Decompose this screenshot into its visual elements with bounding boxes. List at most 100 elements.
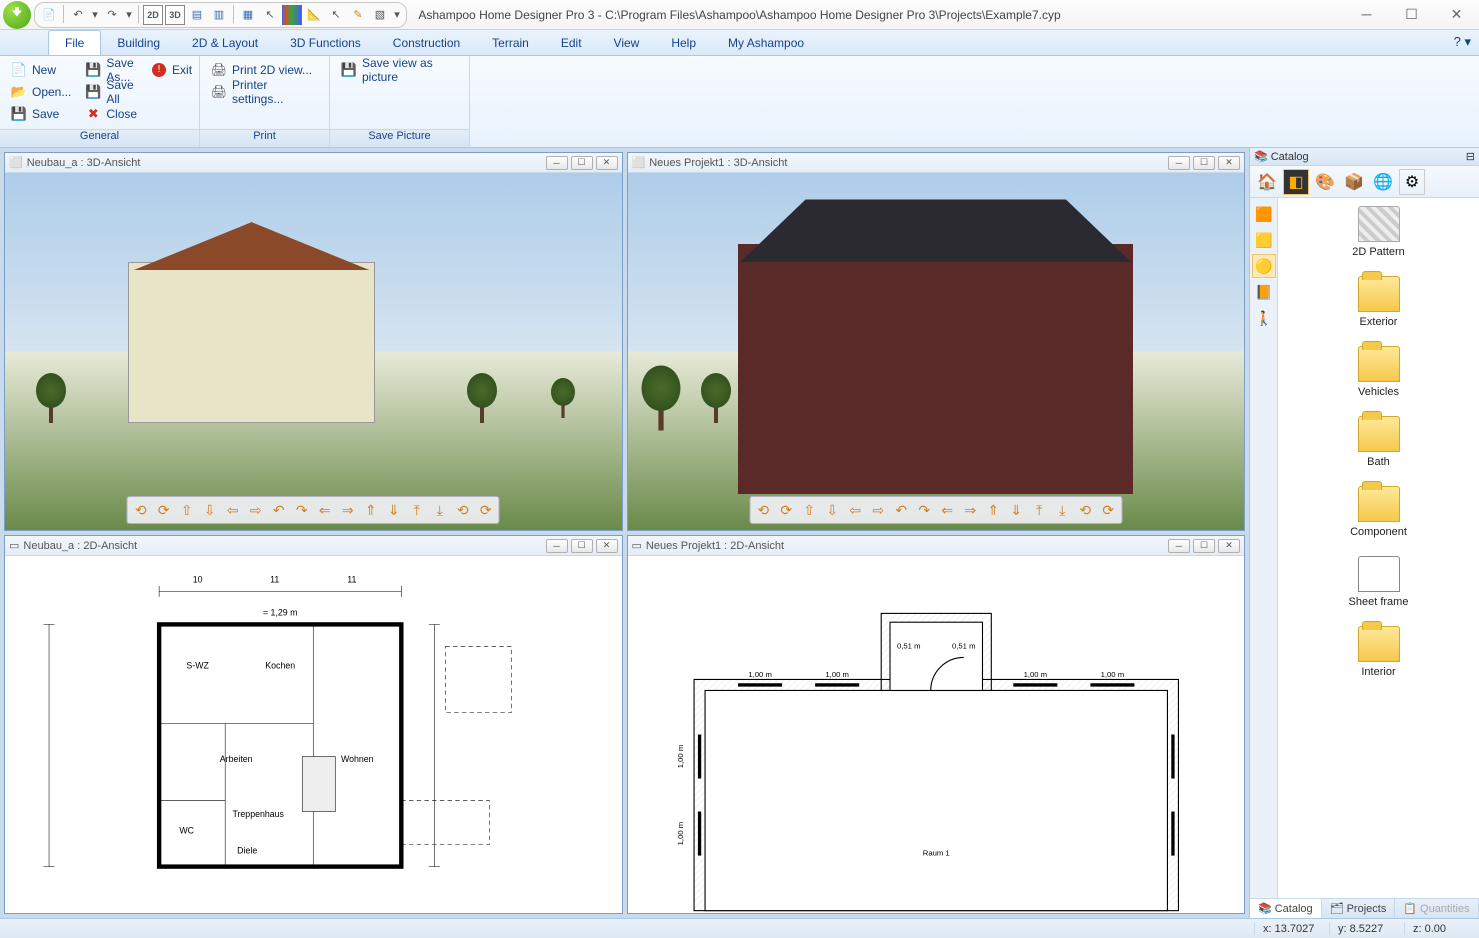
cat-tab-4-icon[interactable]: 📙 (1252, 280, 1276, 304)
qat-dropdown-icon[interactable]: ▾ (392, 5, 402, 25)
view-close-button[interactable]: ✕ (1218, 539, 1240, 553)
catalog-globe-icon[interactable]: 🌐 (1370, 169, 1396, 195)
catalog-tab-catalog[interactable]: 📚Catalog (1250, 899, 1322, 918)
nav-arrow-7[interactable]: ↷ (291, 499, 313, 521)
exit-button[interactable]: !Exit (146, 59, 197, 81)
tab-3d-functions[interactable]: 3D Functions (274, 30, 377, 55)
qat-3d-icon[interactable]: 3D (165, 5, 185, 25)
save-all-button[interactable]: 💾Save All (80, 81, 142, 103)
nav-arrow-12[interactable]: ⤒ (1028, 499, 1050, 521)
tab-building[interactable]: Building (101, 30, 176, 55)
catalog-tab-projects[interactable]: 🗂Projects (1322, 899, 1396, 918)
nav-arrow-4[interactable]: ⇦ (222, 499, 244, 521)
maximize-button[interactable]: ☐ (1389, 0, 1434, 28)
view-maximize-button[interactable]: ☐ (571, 539, 593, 553)
catalog-item-component[interactable]: Component (1334, 486, 1424, 538)
cat-tab-3-icon[interactable]: 🟡 (1252, 254, 1276, 278)
view-maximize-button[interactable]: ☐ (1193, 539, 1215, 553)
nav-arrow-15[interactable]: ⟳ (1097, 499, 1119, 521)
nav-arrow-11[interactable]: ⇓ (383, 499, 405, 521)
close-file-button[interactable]: ✖Close (80, 103, 142, 125)
qat-section-icon[interactable]: ▤ (187, 5, 207, 25)
nav-arrow-6[interactable]: ↶ (268, 499, 290, 521)
catalog-tab-quantities[interactable]: 📋Quantities (1395, 899, 1478, 918)
qat-arrow-icon[interactable]: ↖ (326, 5, 346, 25)
printer-settings-button[interactable]: 🖨Printer settings... (206, 81, 323, 103)
tab-2d-layout[interactable]: 2D & Layout (176, 30, 274, 55)
nav-arrow-1[interactable]: ⟳ (153, 499, 175, 521)
save-view-picture-button[interactable]: 💾Save view as picture (336, 59, 463, 81)
nav-arrow-8[interactable]: ⇐ (314, 499, 336, 521)
nav-arrow-0[interactable]: ⟲ (752, 499, 774, 521)
nav-arrow-8[interactable]: ⇐ (936, 499, 958, 521)
qat-tool-icon[interactable]: ✎ (348, 5, 368, 25)
catalog-settings-icon[interactable]: ⚙ (1399, 169, 1425, 195)
viewport-3d[interactable]: ⟲⟳⇧⇩⇦⇨↶↷⇐⇒⇑⇓⤒⤓⟲⟳ (628, 173, 1245, 530)
open-button[interactable]: 📂Open... (6, 81, 76, 103)
catalog-item-exterior[interactable]: Exterior (1334, 276, 1424, 328)
catalog-item-bath[interactable]: Bath (1334, 416, 1424, 468)
qat-new-icon[interactable]: 📄 (39, 5, 59, 25)
tab-edit[interactable]: Edit (545, 30, 598, 55)
nav-arrow-12[interactable]: ⤒ (406, 499, 428, 521)
view-maximize-button[interactable]: ☐ (1193, 156, 1215, 170)
qat-cursor-icon[interactable]: ↖ (260, 5, 280, 25)
view-minimize-button[interactable]: ─ (546, 156, 568, 170)
catalog-materials-icon[interactable]: 📦 (1341, 169, 1367, 195)
nav-arrow-2[interactable]: ⇧ (176, 499, 198, 521)
qat-measure-icon[interactable]: 📐 (304, 5, 324, 25)
nav-arrow-7[interactable]: ↷ (913, 499, 935, 521)
qat-redo-icon[interactable]: ↷ (102, 5, 122, 25)
tab-help[interactable]: Help (655, 30, 712, 55)
cat-tab-person-icon[interactable]: 🚶 (1252, 306, 1276, 330)
qat-undo-icon[interactable]: ↶ (68, 5, 88, 25)
tab-terrain[interactable]: Terrain (476, 30, 545, 55)
catalog-item-interior[interactable]: Interior (1334, 626, 1424, 678)
nav-arrow-14[interactable]: ⟲ (1074, 499, 1096, 521)
nav-arrow-0[interactable]: ⟲ (130, 499, 152, 521)
save-button[interactable]: 💾Save (6, 103, 76, 125)
nav-arrow-13[interactable]: ⤓ (429, 499, 451, 521)
tab-construction[interactable]: Construction (377, 30, 476, 55)
new-button[interactable]: 📄New (6, 59, 76, 81)
nav-arrow-9[interactable]: ⇒ (959, 499, 981, 521)
catalog-item-vehicles[interactable]: Vehicles (1334, 346, 1424, 398)
tab-file[interactable]: File (48, 30, 101, 55)
nav-arrow-5[interactable]: ⇨ (867, 499, 889, 521)
nav-arrow-1[interactable]: ⟳ (775, 499, 797, 521)
minimize-button[interactable]: ─ (1344, 0, 1389, 28)
nav-arrow-4[interactable]: ⇦ (844, 499, 866, 521)
viewport-3d[interactable]: ⟲⟳⇧⇩⇦⇨↶↷⇐⇒⇑⇓⤒⤓⟲⟳ (5, 173, 622, 530)
nav-arrow-2[interactable]: ⇧ (798, 499, 820, 521)
qat-colors-icon[interactable] (282, 5, 302, 25)
nav-arrow-14[interactable]: ⟲ (452, 499, 474, 521)
nav-arrow-15[interactable]: ⟳ (475, 499, 497, 521)
catalog-pin-icon[interactable]: ⊟ (1466, 150, 1475, 163)
view-close-button[interactable]: ✕ (596, 156, 618, 170)
viewport-2d[interactable]: 1,00 m1,00 m 0,51 m0,51 m 1,00 m1,00 m 1… (628, 556, 1245, 913)
qat-grid-icon[interactable]: ▦ (238, 5, 258, 25)
nav-arrow-9[interactable]: ⇒ (337, 499, 359, 521)
catalog-item-2d-pattern[interactable]: 2D Pattern (1334, 206, 1424, 258)
qat-redo-dropdown[interactable]: ▾ (124, 5, 134, 25)
nav-arrow-11[interactable]: ⇓ (1005, 499, 1027, 521)
close-button[interactable]: ✕ (1434, 0, 1479, 28)
cat-tab-1-icon[interactable]: 🟧 (1252, 202, 1276, 226)
cat-tab-2-icon[interactable]: 🟨 (1252, 228, 1276, 252)
catalog-item-sheet-frame[interactable]: Sheet frame (1334, 556, 1424, 608)
nav-arrow-10[interactable]: ⇑ (982, 499, 1004, 521)
nav-arrow-13[interactable]: ⤓ (1051, 499, 1073, 521)
help-icon[interactable]: ? ▾ (1454, 34, 1471, 50)
catalog-textures-icon[interactable]: 🎨 (1312, 169, 1338, 195)
nav-arrow-6[interactable]: ↶ (890, 499, 912, 521)
view-minimize-button[interactable]: ─ (1168, 156, 1190, 170)
nav-arrow-3[interactable]: ⇩ (821, 499, 843, 521)
tab-view[interactable]: View (598, 30, 656, 55)
view-minimize-button[interactable]: ─ (546, 539, 568, 553)
app-menu-button[interactable] (3, 1, 31, 29)
catalog-home-icon[interactable]: 🏠 (1254, 169, 1280, 195)
nav-arrow-3[interactable]: ⇩ (199, 499, 221, 521)
catalog-3d-icon[interactable]: ◧ (1283, 169, 1309, 195)
view-minimize-button[interactable]: ─ (1168, 539, 1190, 553)
nav-arrow-10[interactable]: ⇑ (360, 499, 382, 521)
